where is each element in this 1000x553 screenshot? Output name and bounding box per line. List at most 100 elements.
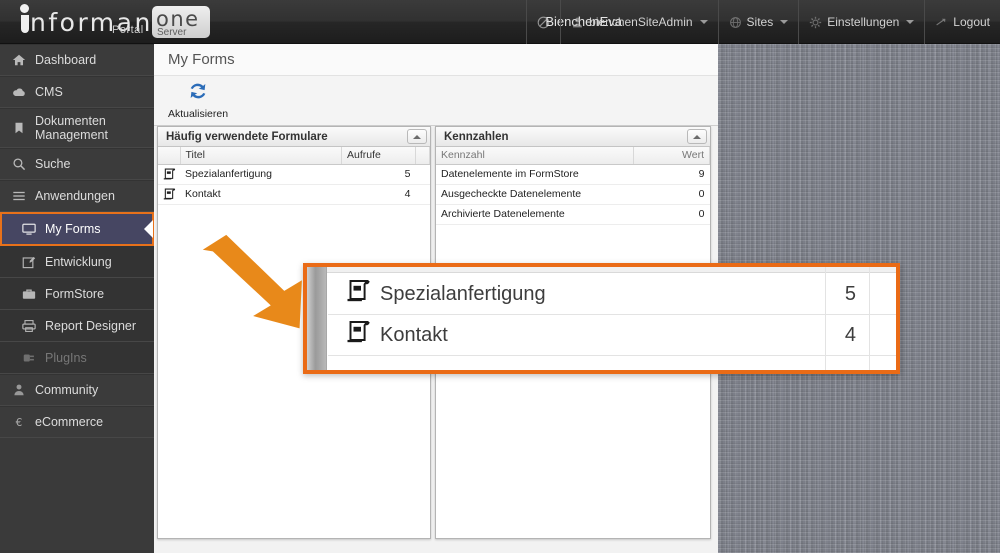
table-row[interactable]: Kontakt 4 (158, 184, 430, 205)
sidebar-item-anwendungen[interactable]: Anwendungen (0, 180, 154, 212)
sidebar-item-dokumenten-management[interactable]: Dokumenten Management (0, 108, 154, 148)
kpi-col-wert[interactable]: Wert (633, 147, 710, 165)
logo-i-dot (20, 4, 29, 13)
callout-row-count: 4 (844, 323, 856, 346)
kpi-row-label[interactable]: Ausgecheckte Datenelemente (436, 184, 634, 205)
left-sidebar: Dashboard CMS Dokumenten Management Suche (0, 44, 154, 553)
chevron-down-icon (906, 20, 915, 24)
sidebar-item-my-forms[interactable]: My Forms (0, 212, 154, 246)
sidebar-item-plugins-label: PlugIns (45, 351, 87, 365)
toolbar: Aktualisieren (154, 76, 718, 126)
panel-kennzahlen-title: Kennzahlen (444, 130, 509, 143)
nav-block-button[interactable] (526, 0, 560, 44)
sidebar-item-cms[interactable]: CMS (0, 76, 154, 108)
forms-row-title: Kontakt (180, 184, 342, 205)
forms-row-count: 4 (341, 184, 416, 205)
nav-item-logout-label: Logout (953, 15, 990, 29)
user-icon (573, 17, 583, 27)
callout-scrollbar[interactable] (307, 267, 327, 370)
sidebar-item-suche[interactable]: Suche (0, 148, 154, 180)
sidebar-item-report-designer-label: Report Designer (45, 319, 137, 333)
logout-icon (936, 18, 946, 25)
nav-item-settings-label: Einstellungen (827, 15, 900, 29)
sidebar-item-dashboard-label: Dashboard (35, 53, 97, 67)
sidebar-item-dashboard[interactable]: Dashboard (0, 44, 154, 76)
nav-item-logout[interactable]: Logout (924, 0, 1000, 44)
sidebar-item-my-forms-label: My Forms (45, 222, 101, 236)
nav-item-settings[interactable]: Einstellungen (798, 0, 924, 44)
chevron-up-icon (413, 134, 421, 139)
refresh-icon (190, 83, 206, 99)
forms-row-icon-cell (158, 164, 180, 185)
arrow-down-right-icon (202, 234, 302, 329)
kpi-row-label[interactable]: Datenelemente im FormStore (436, 164, 634, 185)
refresh-button[interactable]: Aktualisieren (166, 80, 230, 120)
sidebar-item-entwicklung[interactable]: Entwicklung (0, 246, 154, 278)
table-row[interactable]: Spezialanfertigung 5 (158, 164, 430, 185)
sidebar-item-community[interactable]: Community (0, 374, 154, 406)
callout-rows: Spezialanfertigung 5 Kontakt 4 (328, 274, 896, 370)
sidebar-item-report-designer[interactable]: Report Designer (0, 310, 154, 342)
sidebar-item-entwicklung-label: Entwicklung (45, 255, 112, 269)
app-logo[interactable]: nformance Portal one Server (8, 2, 210, 42)
gear-icon (810, 16, 822, 28)
logo-i-stem (21, 15, 29, 33)
panel-frequently-used-forms-title: Häufig verwendete Formulare (166, 130, 328, 143)
nav-item-siteadmin-label: bienchenSiteAdmin (589, 15, 693, 29)
forms-col-title[interactable]: Titel (180, 147, 342, 165)
briefcase-icon (22, 289, 36, 299)
nav-item-sites-label: Sites (746, 15, 774, 29)
table-row[interactable]: Archivierte Datenelemente 0 (436, 204, 710, 225)
sidebar-item-formstore[interactable]: FormStore (0, 278, 154, 310)
form-icon (163, 168, 176, 179)
nav-item-sites[interactable]: Sites (717, 0, 799, 44)
callout-row-title: Spezialanfertigung (380, 282, 546, 305)
sidebar-item-ecommerce-label: eCommerce (35, 415, 104, 429)
table-row[interactable]: Ausgecheckte Datenelemente 0 (436, 184, 710, 205)
collapse-button-kennzahlen[interactable] (687, 129, 707, 144)
sidebar-item-plugins[interactable]: PlugIns (0, 342, 154, 374)
plug-icon (23, 354, 34, 362)
euro-icon: € (16, 417, 23, 429)
monitor-icon (22, 223, 36, 235)
globe-icon (729, 16, 741, 28)
kpi-col-kennzahl[interactable]: Kennzahl (436, 147, 634, 165)
person-icon (14, 384, 24, 396)
sidebar-item-suche-label: Suche (35, 157, 71, 171)
collapse-button-forms[interactable] (407, 129, 427, 144)
forms-col-views[interactable]: Aufrufe (341, 147, 416, 165)
selection-pointer-icon (144, 220, 153, 238)
pencil-square-icon (22, 256, 36, 269)
sidebar-item-anwendungen-label: Anwendungen (35, 189, 115, 203)
top-nav: bienchenSiteAdmin Sites Einstellungen Lo… (526, 0, 1000, 44)
kpi-row-label[interactable]: Archivierte Datenelemente (436, 204, 634, 225)
forms-table: Titel Aufrufe Spezialanfertigung 5 Konta… (158, 147, 430, 205)
search-icon (13, 158, 26, 171)
forms-row-icon-cell (158, 184, 180, 205)
kpi-row-value: 0 (633, 184, 710, 205)
callout-row-icon (346, 279, 380, 309)
page-title: My Forms (154, 44, 718, 76)
callout-row-icon (346, 320, 380, 350)
forms-col-icon (158, 147, 181, 165)
sidebar-item-ecommerce[interactable]: € eCommerce (0, 406, 154, 438)
home-icon (12, 54, 26, 66)
callout-row[interactable]: Spezialanfertigung 5 (328, 274, 896, 315)
panel-kennzahlen-header: Kennzahlen (436, 127, 710, 147)
forms-row-gutter (415, 184, 430, 205)
sidebar-item-formstore-label: FormStore (45, 287, 105, 301)
menu-icon (13, 191, 25, 201)
forms-row-title: Spezialanfertigung (180, 164, 342, 185)
top-bar: nformance Portal one Server BienchenEva … (0, 0, 1000, 44)
nav-item-siteadmin[interactable]: bienchenSiteAdmin (560, 0, 717, 44)
kpi-row-value: 9 (633, 164, 710, 185)
callout-row[interactable]: Kontakt 4 (328, 315, 896, 356)
refresh-button-label: Aktualisieren (167, 108, 229, 120)
kpi-row-value: 0 (633, 204, 710, 225)
callout-top-edge (327, 267, 896, 273)
sidebar-item-community-label: Community (35, 383, 99, 397)
table-row[interactable]: Datenelemente im FormStore 9 (436, 164, 710, 185)
chevron-down-icon (699, 20, 708, 24)
panel-frequently-used-forms-header: Häufig verwendete Formulare (158, 127, 430, 147)
printer-icon (22, 320, 36, 332)
